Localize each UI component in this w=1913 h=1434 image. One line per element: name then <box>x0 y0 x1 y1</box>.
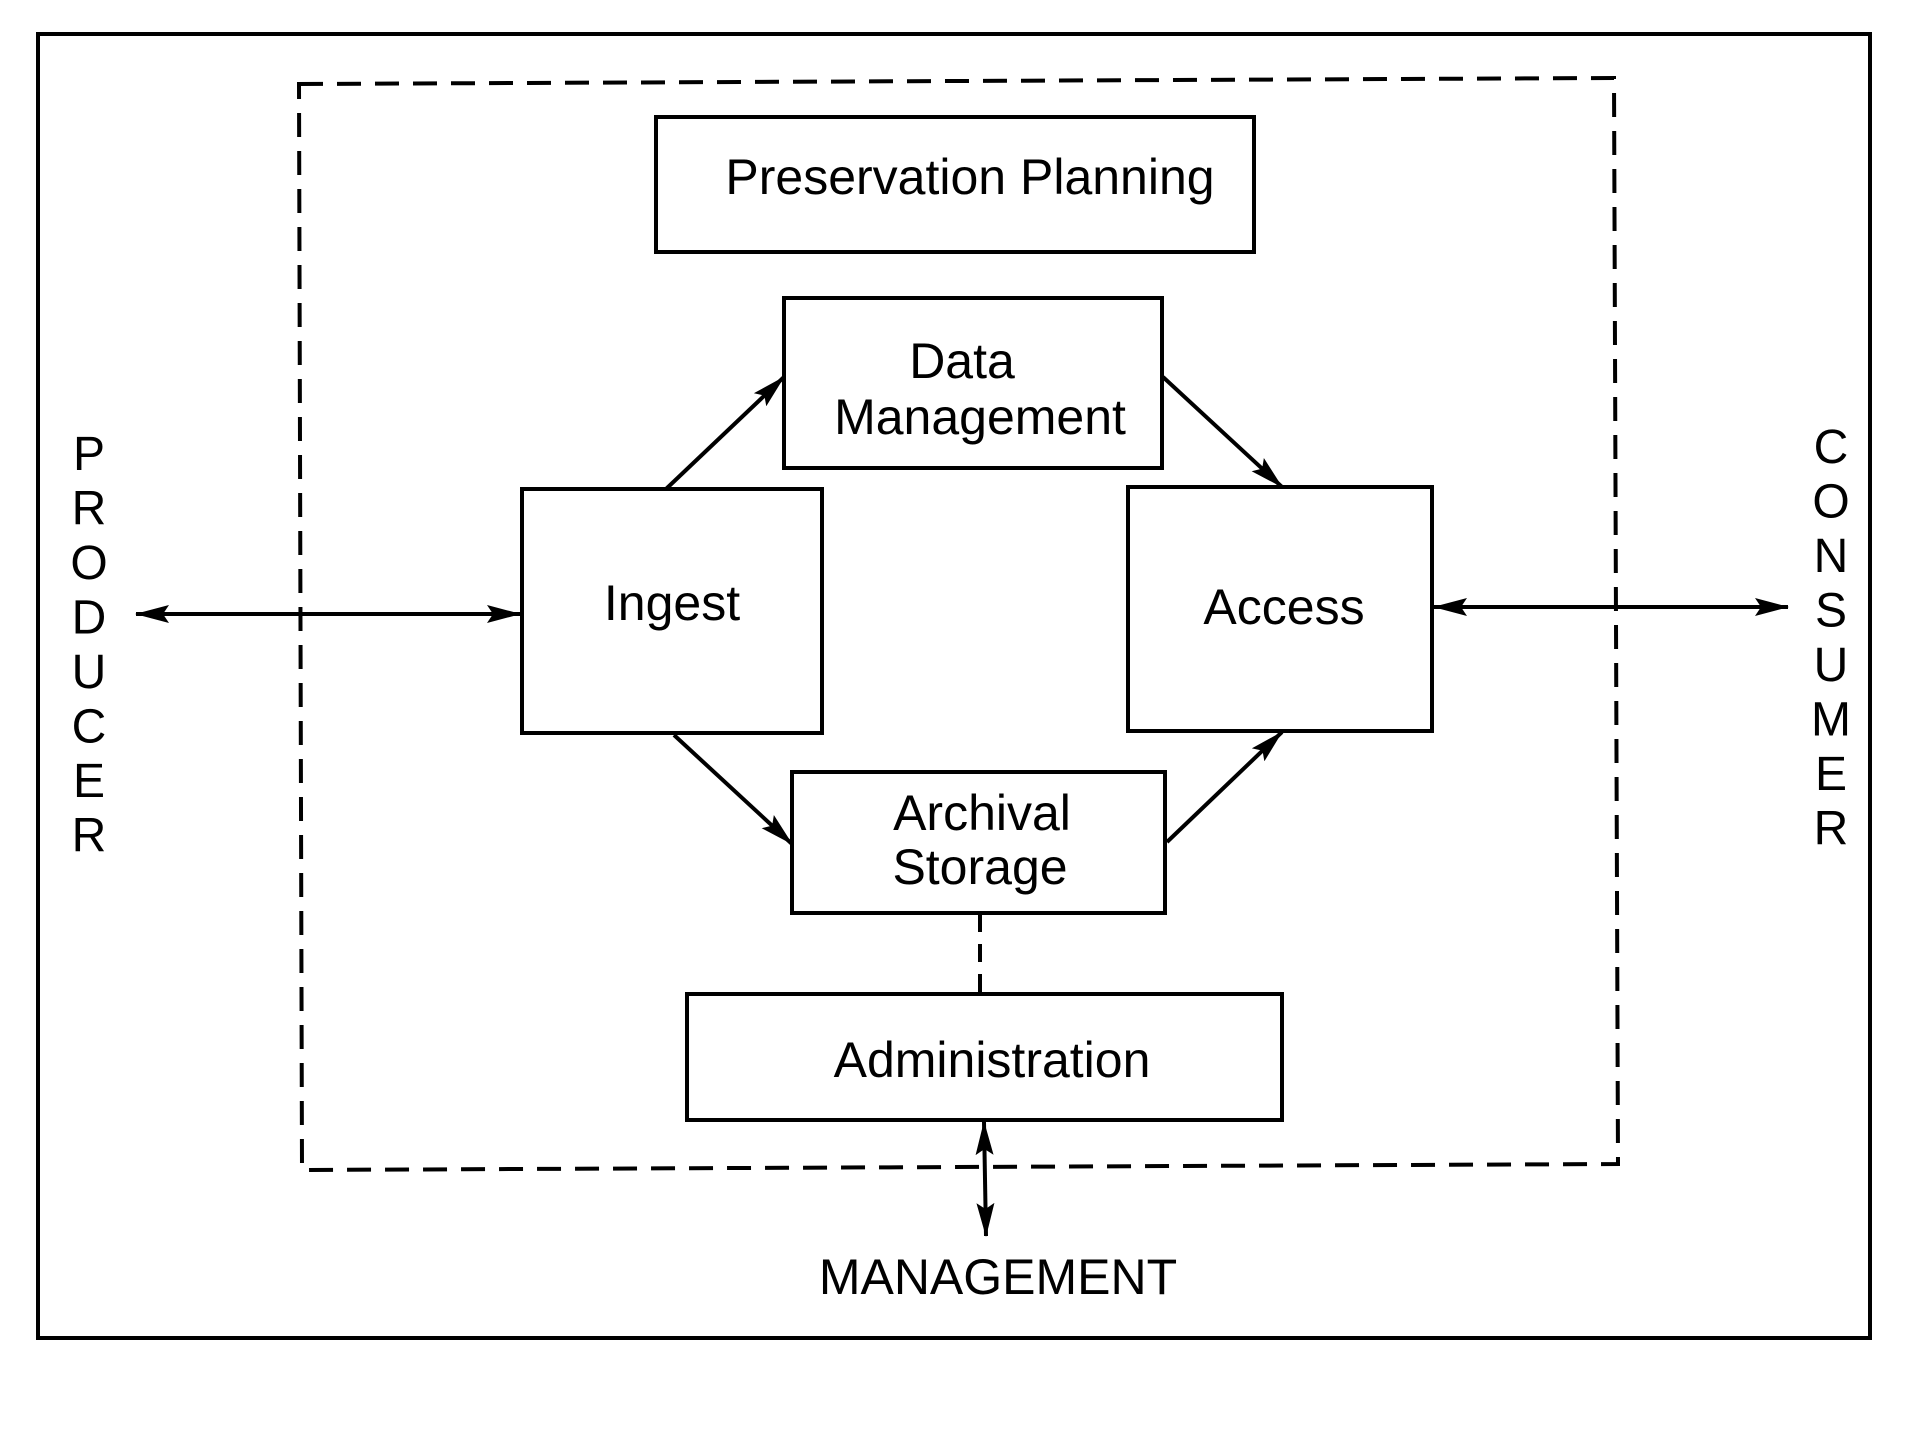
archival-storage-label-line2: Storage <box>892 839 1067 895</box>
administration-management-arrow <box>975 1121 995 1237</box>
producer-letter: P <box>73 428 105 481</box>
access-label: Access <box>1203 579 1364 635</box>
consumer-letter: R <box>1814 803 1849 856</box>
producer-letter: R <box>72 483 107 536</box>
data-management-box[interactable]: Data Management <box>782 296 1164 470</box>
management-label: MANAGEMENT <box>819 1249 1177 1305</box>
administration-box[interactable]: Administration <box>685 992 1284 1122</box>
producer-letter: D <box>72 592 107 645</box>
archival-storage-label-line1: Archival <box>893 785 1071 841</box>
consumer-letter: M <box>1811 694 1851 747</box>
consumer-letter: S <box>1815 585 1847 638</box>
producer-letter: U <box>72 646 107 699</box>
data-management-to-access-arrow <box>1161 375 1284 489</box>
consumer-letter: O <box>1812 476 1849 529</box>
data-management-label-line1: Data <box>909 333 1015 389</box>
ingest-to-archival-storage-arrow <box>672 733 794 846</box>
data-management-label-line2: Management <box>834 389 1126 445</box>
producer-letter: C <box>72 701 107 754</box>
ingest-to-data-management-arrow <box>664 375 786 491</box>
administration-label: Administration <box>834 1032 1151 1088</box>
archival-storage-to-access-arrow <box>1165 730 1284 844</box>
consumer-letter: N <box>1814 530 1849 583</box>
consumer-letter: E <box>1815 748 1847 801</box>
ingest-label: Ingest <box>604 575 740 631</box>
preservation-planning-label: Preservation Planning <box>725 149 1214 205</box>
producer-label: PRODUCER <box>70 428 107 863</box>
access-box[interactable]: Access <box>1126 485 1434 733</box>
archival-storage-box[interactable]: Archival Storage <box>790 770 1167 915</box>
producer-letter: O <box>70 537 107 590</box>
preservation-planning-box[interactable]: Preservation Planning <box>654 115 1256 254</box>
ingest-box[interactable]: Ingest <box>520 487 824 735</box>
oais-diagram: Preservation Planning Data Management In… <box>36 32 1872 1340</box>
producer-letter: E <box>73 755 105 808</box>
consumer-letter: U <box>1814 639 1849 692</box>
producer-letter: R <box>72 810 107 863</box>
consumer-letter: C <box>1814 421 1849 474</box>
consumer-label: CONSUMER <box>1811 421 1851 856</box>
